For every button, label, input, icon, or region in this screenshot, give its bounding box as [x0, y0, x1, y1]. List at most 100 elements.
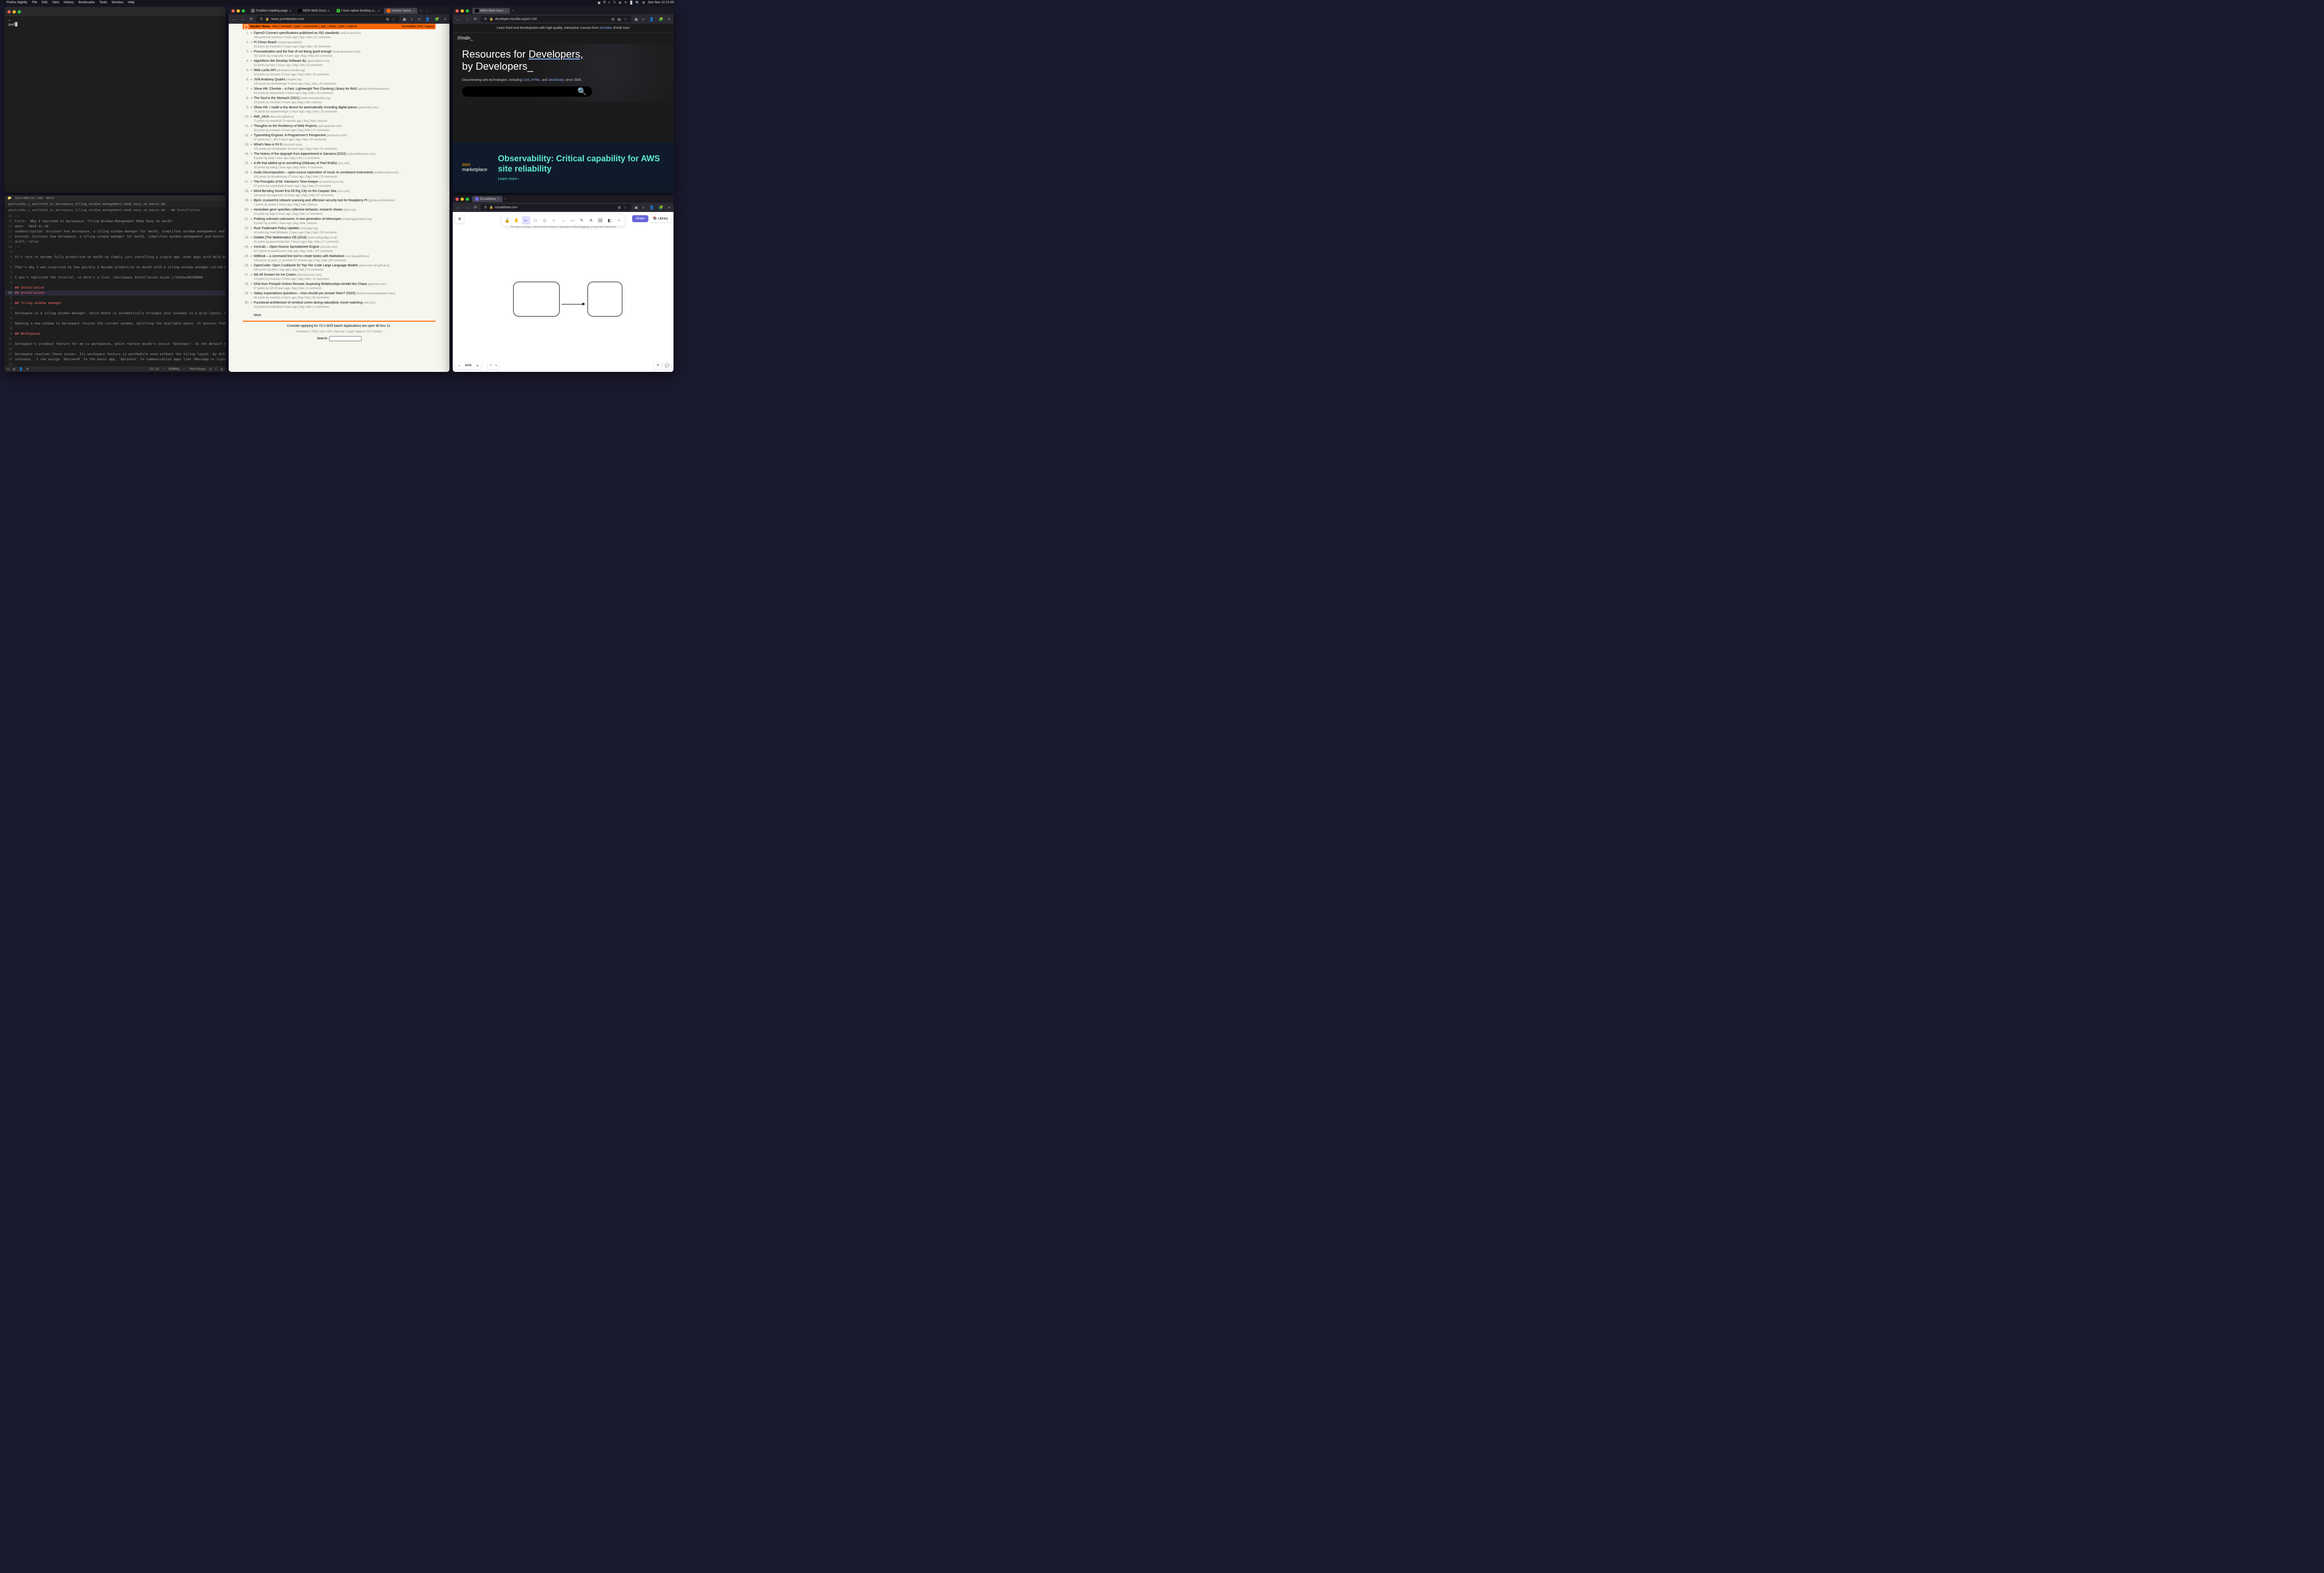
- hn-footer-links[interactable]: Guidelines | FAQ | Lists | API | Securit…: [243, 330, 436, 333]
- forward-button[interactable]: →: [239, 17, 246, 21]
- hn-story-title[interactable]: A life that added up to something (Obitu…: [254, 162, 337, 165]
- hn-story-domain[interactable]: (ben-mini.github.io): [270, 116, 294, 119]
- wifi-icon[interactable]: ᯤ: [624, 0, 627, 5]
- hn-search-input[interactable]: [329, 336, 362, 341]
- reload-button[interactable]: ⟳: [472, 17, 479, 22]
- hn-story-title[interactable]: Salary expectations questions – How shou…: [254, 292, 356, 295]
- extension-icon[interactable]: ▣: [633, 205, 640, 210]
- chat-button[interactable]: 💬: [663, 362, 671, 369]
- hn-story-domain[interactable]: (thecookscook.com): [297, 274, 322, 277]
- hn-story-title[interactable]: Show HN: I made a tiny device for automa…: [254, 106, 357, 109]
- editor-tab[interactable]: posts/why_i_switched_to_aerospace_tiling…: [8, 202, 165, 206]
- extension-icon[interactable]: ▣: [401, 17, 408, 21]
- bookmark-star-icon[interactable]: ☆: [622, 17, 628, 21]
- maximize-button[interactable]: [466, 9, 469, 13]
- hn-story-title[interactable]: DNA from Pompeii Victims Reveals Surpris…: [254, 283, 367, 286]
- hn-story-title[interactable]: Pi Chess Board: [254, 41, 277, 44]
- upvote-icon[interactable]: ▲: [250, 301, 254, 305]
- hn-story-domain[interactable]: (gizmodo.com): [368, 283, 386, 286]
- hn-story-title[interactable]: OpenID Connect specifications published …: [254, 32, 339, 35]
- back-button[interactable]: ←: [455, 205, 462, 210]
- menu-icon[interactable]: ≡: [442, 17, 448, 21]
- hn-story-title[interactable]: Functional architecture of cerebral cort…: [254, 301, 363, 304]
- hn-story-subtext[interactable]: 627 points by keethisnow 1 day ago | fla…: [243, 250, 436, 253]
- hn-story-title[interactable]: What's New in F# 9: [254, 143, 282, 146]
- hn-more-link[interactable]: More: [243, 314, 436, 317]
- hn-story-subtext[interactable]: 6 points by danjl 1 hour ago | flag | hi…: [243, 157, 436, 160]
- minimize-button[interactable]: [461, 9, 464, 13]
- hn-story-domain[interactable]: (ppresume.com): [327, 134, 347, 137]
- hn-story-domain[interactable]: (petercollingridge.co.uk): [308, 237, 337, 239]
- hn-story-subtext[interactable]: 8 points by Gooblu 1 hour ago | flag | h…: [243, 222, 436, 225]
- upvote-icon[interactable]: ▲: [250, 87, 254, 92]
- hn-story-title[interactable]: The history of the epigraph from Appoint…: [254, 152, 346, 156]
- bookmark-star-icon[interactable]: ☆: [390, 17, 396, 21]
- hn-logout[interactable]: logout: [425, 25, 434, 28]
- drawn-rectangle[interactable]: [513, 282, 560, 317]
- zoom-out-button[interactable]: −: [456, 362, 463, 369]
- upvote-icon[interactable]: ▲: [250, 106, 254, 110]
- hn-story-title[interactable]: Dobble (The Mathematics Of) (2018): [254, 236, 307, 239]
- hn-story-domain[interactable]: (wellcomecollection.org): [301, 97, 330, 100]
- hn-story-domain[interactable]: (rust-lang.github.io): [345, 255, 370, 258]
- hn-story-subtext[interactable]: 164 points by mooreds 4 hours ago | flag…: [243, 36, 436, 39]
- upvote-icon[interactable]: ▲: [250, 291, 254, 296]
- hn-story-title[interactable]: Typesetting Engines: A Programmer's Pers…: [254, 134, 326, 137]
- hn-story-subtext[interactable]: 141 points by nsompanidis 15 hours ago |…: [243, 148, 436, 151]
- learn-more-link[interactable]: Learn more ›: [498, 177, 664, 181]
- close-tab-icon[interactable]: ×: [412, 9, 415, 13]
- reload-button[interactable]: ⟳: [472, 205, 479, 210]
- hn-story-subtext[interactable]: 83 points by bhavnicksm 5 hours ago | fl…: [243, 92, 436, 95]
- upvote-icon[interactable]: ▲: [250, 161, 254, 166]
- mdn-promo-banner[interactable]: Learn front-end development with high qu…: [453, 24, 673, 33]
- css-link[interactable]: CSS: [523, 79, 529, 82]
- hn-story-domain[interactable]: (readymag.website): [277, 41, 302, 44]
- upvote-icon[interactable]: ▲: [250, 273, 254, 278]
- upvote-icon[interactable]: ▲: [250, 152, 254, 157]
- hn-story-title[interactable]: Rust Trademark Policy Updates: [254, 227, 299, 230]
- upvote-icon[interactable]: ▲: [250, 254, 254, 259]
- qr-icon[interactable]: ⊞: [384, 17, 390, 21]
- spotlight-icon[interactable]: 🔍: [635, 1, 640, 5]
- status-icon[interactable]: ⊞: [619, 1, 621, 5]
- reload-button[interactable]: ⟳: [248, 17, 255, 22]
- hn-story-domain[interactable]: (mappingignorance.org): [342, 218, 372, 221]
- hn-story-subtext[interactable]: 74 points by chipweinberger 3 hours ago …: [243, 111, 436, 113]
- hn-story-subtext[interactable]: 10 points by mooreds 2 hours ago | flag …: [243, 101, 436, 104]
- hn-story-subtext[interactable]: 66 points by mooreds 4 hours ago | flag …: [243, 297, 436, 299]
- maximize-button[interactable]: [18, 10, 21, 13]
- hn-story-subtext[interactable]: 94 points by Gordon01 5 hours ago | flag…: [243, 46, 436, 48]
- hn-story-title[interactable]: IMG_0416: [254, 115, 269, 119]
- shield-icon[interactable]: 🛡: [259, 17, 264, 21]
- menu-history[interactable]: History: [64, 1, 74, 4]
- close-button[interactable]: [231, 9, 235, 13]
- hn-story-title[interactable]: Probing unknown unknowns: A new generati…: [254, 218, 341, 221]
- new-tab-button[interactable]: +: [418, 9, 423, 13]
- new-tab-button[interactable]: +: [503, 198, 508, 201]
- hn-story-title[interactable]: Show HN: Chonkie – A Fast, Lightweight T…: [254, 87, 357, 91]
- maximize-button[interactable]: [466, 198, 469, 201]
- undo-button[interactable]: ↶: [489, 364, 493, 368]
- mdn-ad-banner[interactable]: aws marketplace Observability: Critical …: [453, 142, 673, 193]
- browser-tab[interactable]: I love native desktop a...×: [334, 8, 383, 14]
- excalidraw-canvas-area[interactable]: ≡ 🔒 ✋ ▻ □ ◇ ○ → — ✎ A 🖼 ◧ ⚬ Share 📚Libra…: [453, 212, 673, 372]
- hn-story-title[interactable]: Thoughts on the Resiliency of Web Projec…: [254, 125, 317, 128]
- hn-story-domain[interactable]: (swapnilchauhan.com): [332, 51, 360, 53]
- editor-tabbar[interactable]: posts/why_i_switched_to_aerospace_tiling…: [5, 201, 225, 207]
- extension-icon[interactable]: ◐: [641, 205, 647, 210]
- editor-code-area[interactable]: 16---15title: 'Why I Switched to Aerospa…: [5, 213, 225, 369]
- menu-tools[interactable]: Tools: [99, 1, 107, 4]
- minimize-button[interactable]: [237, 9, 240, 13]
- status-icon[interactable]: R: [603, 1, 606, 4]
- hn-story-subtext[interactable]: 549 points by pil0u 1 day ago | flag | h…: [243, 269, 436, 271]
- upvote-icon[interactable]: ▲: [250, 189, 254, 194]
- hn-story-domain[interactable]: (phys.org): [343, 209, 356, 211]
- upvote-icon[interactable]: ▲: [250, 282, 254, 287]
- minimize-button[interactable]: [13, 10, 16, 13]
- menu-window[interactable]: Window: [112, 1, 123, 4]
- forward-button[interactable]: →: [463, 17, 470, 21]
- hn-brand[interactable]: Hacker News: [250, 25, 271, 28]
- hn-story-subtext[interactable]: 194 points by mgerardo 14 hours ago | fl…: [243, 194, 436, 197]
- qr-icon[interactable]: ⊞: [616, 205, 622, 210]
- upvote-icon[interactable]: ▲: [250, 40, 254, 45]
